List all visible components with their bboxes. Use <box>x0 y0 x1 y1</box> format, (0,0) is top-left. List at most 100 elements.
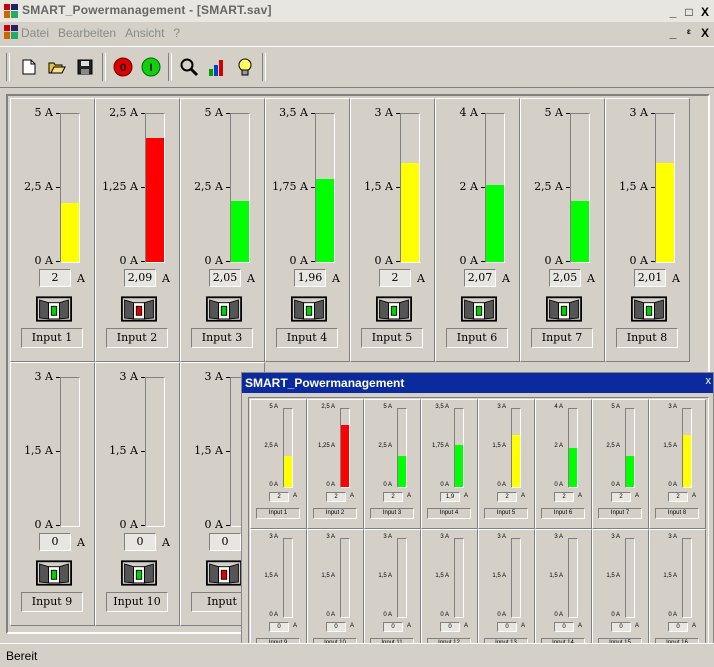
mini-value-display: 0 <box>383 622 403 632</box>
power-switch-icon[interactable] <box>36 296 72 325</box>
menu-help[interactable]: ? <box>173 26 180 40</box>
mini-scale-label-max: 2,5 A <box>321 404 335 410</box>
status-bar: Bereit <box>0 643 714 667</box>
doc-restore-button[interactable]: ᵋ <box>682 26 696 40</box>
scale-tick <box>651 261 655 262</box>
mini-value-display: 0 <box>440 622 460 632</box>
menu-datei[interactable]: Datei <box>21 26 49 40</box>
scale-label-max: 2,5 A <box>109 106 138 119</box>
menu-bearbeiten[interactable]: Bearbeiten <box>58 26 116 40</box>
input-name-label[interactable]: Input 10 <box>106 592 168 612</box>
unit-label: A <box>162 272 170 285</box>
lightbulb-icon[interactable] <box>234 56 256 78</box>
mini-scale-label-mid: 1,5 A <box>663 573 677 579</box>
current-bar-fill <box>571 201 589 262</box>
mini-input-name-label[interactable]: Input 4 <box>427 508 471 519</box>
power-on-icon[interactable]: I <box>140 56 162 78</box>
mini-unit-label: A <box>293 623 298 629</box>
mini-input-name-label[interactable]: Input 5 <box>484 508 528 519</box>
scale-label-max: 4 A <box>459 106 478 119</box>
input-name-label[interactable]: Input 9 <box>21 592 83 612</box>
scale-label-min: 0 A <box>374 254 393 267</box>
scale-tick <box>141 525 145 526</box>
power-switch-icon[interactable] <box>206 560 242 589</box>
mini-input-name-label[interactable]: Input 3 <box>370 508 414 519</box>
minimize-button[interactable]: _ <box>666 5 680 19</box>
unit-label: A <box>77 536 85 549</box>
mini-scale-label-max: 3 A <box>269 534 278 540</box>
mini-value-display: 0 <box>554 622 574 632</box>
scale-label-min: 0 A <box>119 254 138 267</box>
mini-input-name-label[interactable]: Input 7 <box>598 508 642 519</box>
current-bar-fill <box>146 138 164 262</box>
mini-current-bar-fill <box>341 424 349 487</box>
mini-current-bar <box>568 408 578 488</box>
mini-value-display: 0 <box>269 622 289 632</box>
zoom-icon[interactable] <box>178 56 200 78</box>
power-switch-icon[interactable] <box>461 296 497 325</box>
power-switch-icon[interactable] <box>121 560 157 589</box>
mini-scale-label-min: 0 A <box>383 612 392 618</box>
toolbar-separator <box>6 53 10 81</box>
svg-text:I: I <box>149 62 152 74</box>
power-switch-icon[interactable] <box>206 296 242 325</box>
menu-ansicht[interactable]: Ansicht <box>125 26 164 40</box>
current-bar <box>145 377 165 527</box>
document-icon[interactable] <box>4 25 18 39</box>
power-switch-icon[interactable] <box>121 296 157 325</box>
popup-title-bar[interactable]: SMART_Powermanagement x <box>242 373 713 393</box>
mini-scale-label-mid: 2 A <box>554 443 563 449</box>
power-switch-icon[interactable] <box>546 296 582 325</box>
maximize-button[interactable]: □ <box>682 5 696 19</box>
scale-label-max: 5 A <box>204 106 223 119</box>
popup-window[interactable]: SMART_Powermanagement x 5 A 2,5 A0 A 2 A Inp… <box>241 372 714 662</box>
mini-input-name-label[interactable]: Input 6 <box>541 508 585 519</box>
mini-current-bar <box>625 408 635 488</box>
power-switch-icon[interactable] <box>291 296 327 325</box>
input-name-label[interactable]: Input 1 <box>21 328 83 348</box>
input-name-label[interactable]: Input 3 <box>191 328 253 348</box>
mini-current-bar <box>340 408 350 488</box>
scale-label-mid: 1,5 A <box>364 180 393 193</box>
mini-input-name-label[interactable]: Input 1 <box>256 508 300 519</box>
mini-input-panel: 5 A 2,5 A 0 A 2 A Input 3 <box>364 399 421 529</box>
mini-scale-label-mid: 1,5 A <box>435 573 449 579</box>
open-icon[interactable] <box>46 56 68 78</box>
input-name-label[interactable]: Input 8 <box>616 328 678 348</box>
scale-label-max: 3 A <box>374 106 393 119</box>
mini-input-panel: 3 A1,5 A0 A0AInput 11 <box>364 529 421 659</box>
close-button[interactable]: X <box>698 5 712 19</box>
mini-scale-label-max: 3 A <box>383 534 392 540</box>
save-icon[interactable] <box>74 56 96 78</box>
unit-label: A <box>247 272 255 285</box>
scale-tick <box>566 261 570 262</box>
mini-scale-label-max: 3 A <box>611 534 620 540</box>
mini-unit-label: A <box>464 493 469 499</box>
input-name-label[interactable]: Input 6 <box>446 328 508 348</box>
mini-unit-label: A <box>407 493 412 499</box>
mini-unit-label: A <box>293 493 298 499</box>
current-bar <box>60 113 80 263</box>
mini-input-panel: 3 A1,5 A0 A0AInput 13 <box>478 529 535 659</box>
power-switch-icon[interactable] <box>376 296 412 325</box>
new-icon[interactable] <box>18 56 40 78</box>
mini-input-name-label[interactable]: Input 2 <box>313 508 357 519</box>
input-name-label[interactable]: Input 5 <box>361 328 423 348</box>
doc-minimize-button[interactable]: _ <box>666 26 680 40</box>
power-switch-icon[interactable] <box>36 560 72 589</box>
input-name-label[interactable]: Input 4 <box>276 328 338 348</box>
mini-unit-label: A <box>521 493 526 499</box>
power-switch-icon[interactable] <box>631 296 667 325</box>
mini-scale-label-max: 4 A <box>554 404 563 410</box>
mini-input-name-label[interactable]: Input 8 <box>655 508 699 519</box>
input-name-label[interactable]: Input 2 <box>106 328 168 348</box>
bar-chart-icon[interactable] <box>206 56 228 78</box>
power-off-icon[interactable]: 0 <box>112 56 134 78</box>
mini-scale-label-mid: 1,5 A <box>264 573 278 579</box>
input-name-label[interactable]: Input 7 <box>531 328 593 348</box>
scale-tick <box>651 113 655 114</box>
mini-scale-label-min: 0 A <box>383 482 392 488</box>
doc-close-button[interactable]: X <box>698 26 712 40</box>
mini-scale-label-min: 0 A <box>269 612 278 618</box>
popup-close-icon[interactable]: x <box>706 375 712 387</box>
